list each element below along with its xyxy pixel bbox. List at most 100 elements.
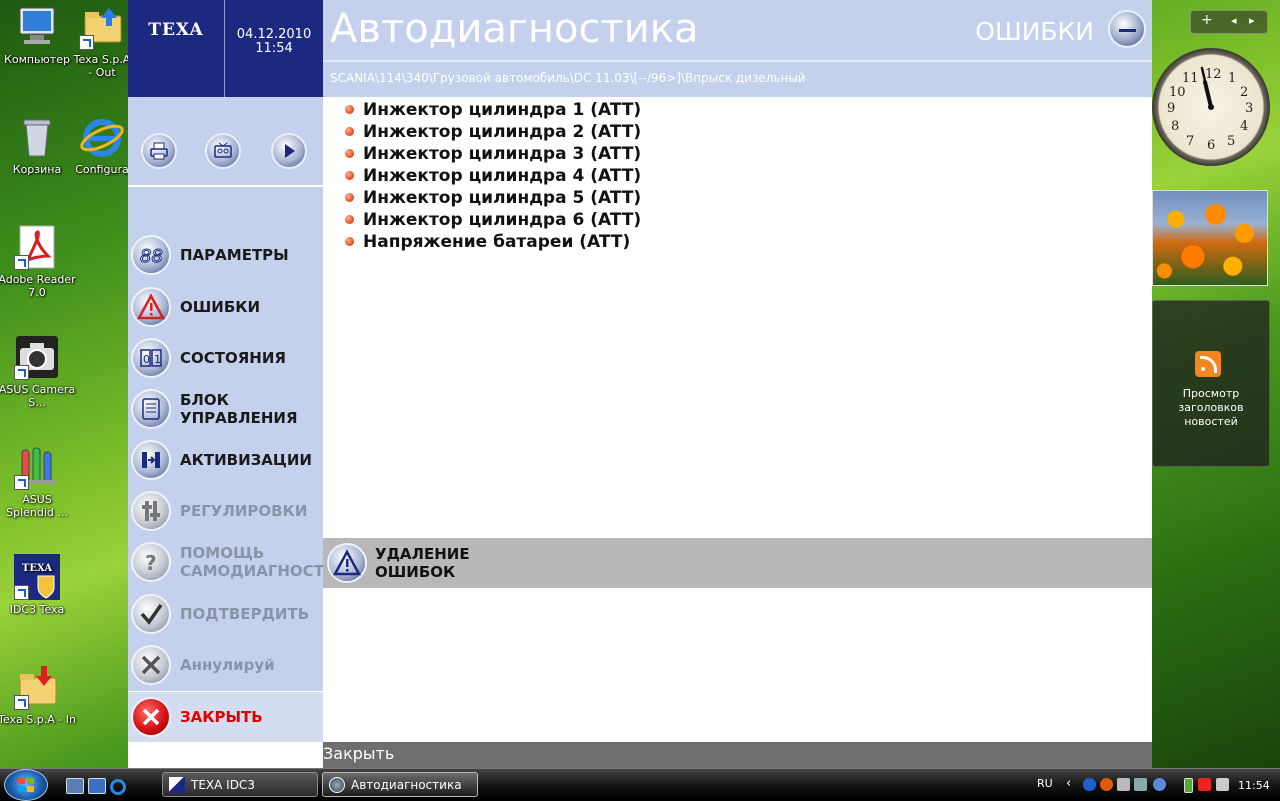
menu-item-cancel: Аннулируй [128,640,323,690]
recorder-icon [214,142,232,158]
breadcrumb-bar: SCANIA\114\340\Грузовой автомобиль\DC 11… [323,60,1152,97]
tray-expand-icon[interactable]: ‹ [1066,776,1071,791]
language-indicator[interactable]: RU [1037,777,1053,790]
desktop-icon-label: ASUS Splendid ... [6,493,68,519]
clock-number: 11 [1182,71,1199,86]
battery-icon[interactable] [1184,778,1193,793]
start-button[interactable] [4,769,48,801]
menu-item-states[interactable]: 01 СОСТОЯНИЯ [128,333,323,383]
clock-number: 8 [1171,119,1179,134]
menu-item-activations[interactable]: АКТИВИЗАЦИИ [128,435,323,485]
desktop-icon-computer[interactable]: Компьютер [0,4,77,66]
desktop-icon-texa-out[interactable]: Texa S.p.A - Out [72,4,132,79]
taskbar-item-autodiagnostics[interactable]: Автодиагностика [322,772,478,797]
texa-app-icon: TEXA [14,554,60,600]
connection-icon[interactable] [1153,778,1166,791]
play-icon [285,144,295,158]
desktop-icon-label: IDC3 Texa [9,603,65,616]
time-text: 11:54 [255,41,293,56]
menu-item-parameters[interactable]: 88 ПАРАМЕТРЫ [128,230,323,280]
add-gadget-button[interactable]: + [1201,12,1213,28]
clock-number: 9 [1167,101,1175,116]
bluetooth-icon[interactable] [1083,778,1096,791]
svg-text:?: ? [145,551,157,575]
rss-icon [1195,351,1221,377]
play-button[interactable] [271,133,307,169]
show-desktop-icon[interactable] [66,778,84,794]
clock-gadget[interactable]: 12 1 2 3 4 5 6 7 8 9 10 11 [1152,48,1270,166]
fault-item[interactable]: Инжектор цилиндра 6 (ATT) [343,209,641,231]
device-icon[interactable] [1117,778,1130,791]
status-bar: Закрыть [323,742,1152,768]
camera-icon [14,334,60,380]
internet-explorer-icon[interactable] [110,779,126,795]
clock-number: 2 [1240,85,1248,100]
desktop-icon-label: Texa S.p.A - Out [73,53,131,79]
windows-logo-icon [18,778,34,792]
minimize-button[interactable] [1108,10,1146,48]
menu-item-errors[interactable]: ОШИБКИ [128,282,323,332]
app-title: Автодиагностика [330,6,699,52]
fault-item[interactable]: Инжектор цилиндра 4 (ATT) [343,165,641,187]
feed-headlines-gadget[interactable]: Просмотр заголовков новостей [1152,300,1270,467]
security-alert-icon[interactable] [1100,778,1113,791]
menu-item-label: СОСТОЯНИЯ [180,349,286,367]
fault-item[interactable]: Инжектор цилиндра 2 (ATT) [343,121,641,143]
fault-item[interactable]: Инжектор цилиндра 1 (ATT) [343,99,641,121]
close-icon [131,697,171,737]
volume-icon[interactable] [1216,778,1229,791]
shortcut-arrow-icon [14,475,29,490]
desktop-icon-idc3-texa[interactable]: TEXA IDC3 Texa [0,554,77,616]
network-icon[interactable] [1134,778,1147,791]
next-gadget-button[interactable]: ▸ [1249,14,1255,27]
desktop-icon-asus-camera[interactable]: ASUS Camera S... [0,334,77,409]
section-title: ОШИБКИ [975,17,1094,46]
app-header: Автодиагностика ОШИБКИ [323,0,1152,60]
states-icon: 01 [131,338,171,378]
texa-app-icon [169,777,185,793]
fault-list-panel: Инжектор цилиндра 1 (ATT) Инжектор цилин… [323,97,1152,538]
sidebar: 88 ПАРАМЕТРЫ ОШИБКИ 01 СОСТОЯНИЯ БЛОК УП… [128,97,324,743]
print-button[interactable] [141,133,177,169]
desktop-icon-configura[interactable]: Configura [74,114,130,176]
slideshow-gadget[interactable] [1152,190,1268,286]
fault-item[interactable]: Инжектор цилиндра 3 (ATT) [343,143,641,165]
menu-item-control-unit[interactable]: БЛОК УПРАВЛЕНИЯ [128,384,323,434]
power-icon[interactable] [1198,778,1211,791]
taskbar: TEXA IDC3 Автодиагностика RU ‹ 11:54 [0,768,1280,801]
shortcut-arrow-icon [14,585,29,600]
clock-number: 1 [1228,71,1236,86]
desktop-icon-label: Configura [75,163,129,176]
desktop-icon-texa-in[interactable]: Texa S.p.A - In [0,664,77,726]
menu-item-label: АКТИВИЗАЦИИ [180,451,312,469]
clock-number: 4 [1240,119,1248,134]
fault-list: Инжектор цилиндра 1 (ATT) Инжектор цилин… [343,99,641,253]
taskbar-item-label: TEXA IDC3 [191,778,255,792]
toolbar [128,97,323,187]
test-tubes-icon [14,444,60,490]
fault-item[interactable]: Инжектор цилиндра 5 (ATT) [343,187,641,209]
switch-windows-icon[interactable] [88,778,106,794]
taskbar-item-texa-idc3[interactable]: TEXA IDC3 [162,772,318,797]
clock-number: 12 [1205,67,1222,82]
desktop-icon-recycle-bin[interactable]: Корзина [0,114,77,176]
desktop-icon-adobe-reader[interactable]: Adobe Reader 7.0 [0,224,77,299]
taskbar-clock[interactable]: 11:54 [1238,779,1270,792]
fault-item[interactable]: Напряжение батареи (ATT) [343,231,641,253]
delete-errors-button[interactable]: УДАЛЕНИЕ ОШИБОК [323,538,1152,588]
snapshot-button[interactable] [205,133,241,169]
desktop-icon-asus-splendid[interactable]: ASUS Splendid ... [0,444,77,519]
menu-item-label: ПАРАМЕТРЫ [180,246,289,264]
menu-item-close[interactable]: ЗАКРЫТЬ [128,691,323,743]
adobe-reader-icon [14,224,60,270]
clock-number: 5 [1227,134,1235,149]
activations-icon [131,440,171,480]
feed-headlines-text: Просмотр заголовков новостей [1178,387,1244,428]
control-unit-icon [131,389,171,429]
computer-icon [14,4,60,50]
desktop-icon-label: Texa S.p.A - In [0,713,76,726]
warning-icon [131,287,171,327]
previous-gadget-button[interactable]: ◂ [1231,14,1237,27]
menu-item-label: ПОМОЩЬ САМОДИАГНОСТ [180,544,324,580]
taskbar-item-label: Автодиагностика [351,778,462,792]
